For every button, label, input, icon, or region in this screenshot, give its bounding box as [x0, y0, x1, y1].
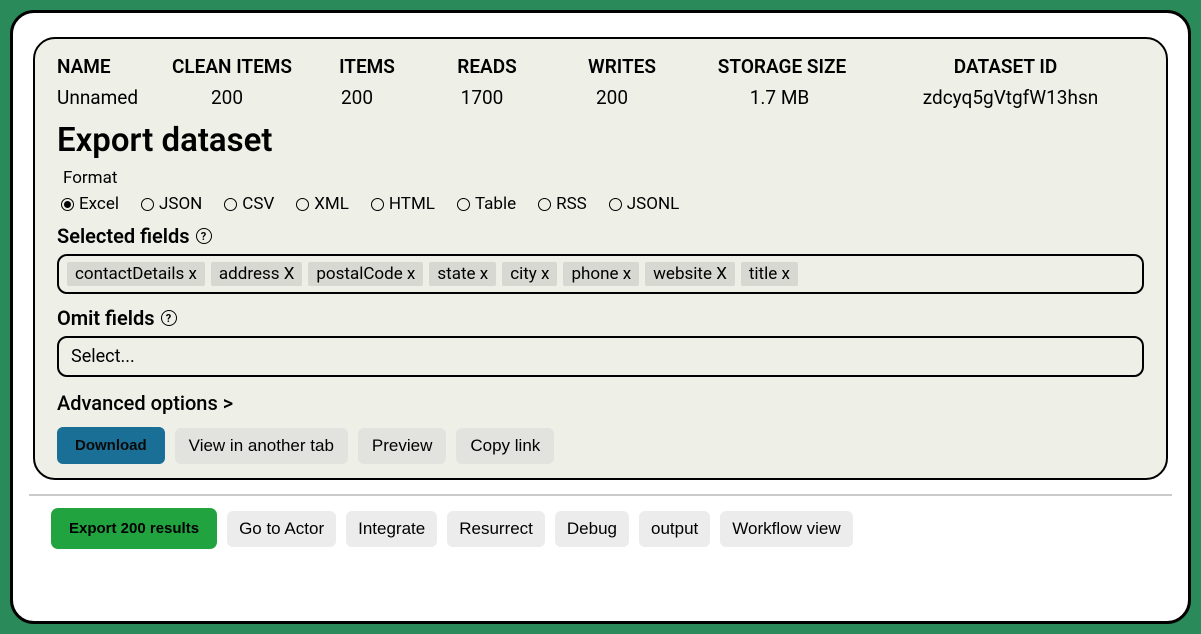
value-dsid: zdcyq5gVtgfW13hsn — [877, 86, 1144, 109]
format-option-json[interactable]: JSON — [141, 194, 202, 214]
output-button[interactable]: output — [639, 511, 710, 547]
format-radio-group: Excel JSON CSV XML HTML Table RSS JSONL — [61, 194, 1144, 214]
radio-icon — [224, 198, 237, 211]
header-items: ITEMS — [307, 55, 427, 78]
value-reads: 1700 — [422, 86, 542, 109]
header-reads: READS — [427, 55, 547, 78]
dialog-card: NAME CLEAN ITEMS ITEMS READS WRITES STOR… — [10, 10, 1191, 624]
header-clean: CLEAN ITEMS — [157, 55, 307, 78]
divider — [29, 494, 1172, 496]
format-option-jsonl[interactable]: JSONL — [609, 194, 679, 214]
header-name: NAME — [57, 55, 157, 78]
value-storage: 1.7 MB — [682, 86, 877, 109]
omit-fields-text: Omit fields — [57, 306, 155, 330]
debug-button[interactable]: Debug — [555, 511, 629, 547]
copy-link-button[interactable]: Copy link — [456, 428, 554, 464]
radio-icon — [371, 198, 384, 211]
field-chip[interactable]: title x — [741, 262, 798, 286]
radio-icon — [609, 198, 622, 211]
export-action-row: Download View in another tab Preview Cop… — [57, 427, 1144, 464]
format-option-label: JSON — [159, 194, 202, 214]
preview-button[interactable]: Preview — [358, 428, 446, 464]
field-chip[interactable]: contactDetails x — [67, 262, 205, 286]
format-option-html[interactable]: HTML — [371, 194, 435, 214]
header-writes: WRITES — [547, 55, 697, 78]
download-button[interactable]: Download — [57, 427, 165, 464]
value-items: 200 — [292, 86, 422, 109]
format-option-csv[interactable]: CSV — [224, 194, 274, 214]
field-chip[interactable]: phone x — [563, 262, 639, 286]
field-chip[interactable]: city x — [502, 262, 557, 286]
format-option-label: RSS — [556, 194, 587, 214]
advanced-options-toggle[interactable]: Advanced options > — [57, 391, 1144, 415]
format-option-label: JSONL — [627, 194, 679, 214]
export-title: Export dataset — [57, 121, 1144, 160]
header-storage: STORAGE SIZE — [697, 55, 867, 78]
format-option-label: XML — [314, 194, 349, 214]
radio-icon — [141, 198, 154, 211]
stats-header-row: NAME CLEAN ITEMS ITEMS READS WRITES STOR… — [57, 55, 1144, 78]
value-name: Unnamed — [57, 86, 162, 109]
selected-fields-text: Selected fields — [57, 224, 190, 248]
radio-icon — [457, 198, 470, 211]
radio-icon — [61, 198, 74, 211]
format-option-label: CSV — [242, 194, 274, 214]
format-label: Format — [63, 168, 1144, 188]
help-icon[interactable]: ? — [196, 228, 212, 244]
format-option-label: Table — [475, 194, 516, 214]
footer-actions: Export 200 results Go to Actor Integrate… — [29, 508, 1172, 549]
format-option-label: HTML — [389, 194, 435, 214]
omit-fields-input[interactable]: Select... — [57, 336, 1144, 377]
value-writes: 200 — [542, 86, 682, 109]
export-results-button[interactable]: Export 200 results — [51, 508, 217, 549]
format-option-label: Excel — [79, 194, 119, 214]
view-tab-button[interactable]: View in another tab — [175, 428, 348, 464]
export-panel: NAME CLEAN ITEMS ITEMS READS WRITES STOR… — [33, 37, 1168, 480]
radio-icon — [538, 198, 551, 211]
format-option-excel[interactable]: Excel — [61, 194, 119, 214]
stats-value-row: Unnamed 200 200 1700 200 1.7 MB zdcyq5gV… — [57, 86, 1144, 109]
header-dsid: DATASET ID — [867, 55, 1144, 78]
go-to-actor-button[interactable]: Go to Actor — [227, 511, 336, 547]
format-option-xml[interactable]: XML — [296, 194, 349, 214]
selected-fields-input[interactable]: contactDetails xaddress XpostalCode xsta… — [57, 254, 1144, 294]
field-chip[interactable]: state x — [429, 262, 496, 286]
omit-fields-label: Omit fields ? — [57, 306, 1144, 330]
selected-fields-label: Selected fields ? — [57, 224, 1144, 248]
field-chip[interactable]: website X — [645, 262, 735, 286]
resurrect-button[interactable]: Resurrect — [447, 511, 545, 547]
field-chip[interactable]: postalCode x — [308, 262, 423, 286]
integrate-button[interactable]: Integrate — [346, 511, 437, 547]
value-clean: 200 — [162, 86, 292, 109]
workflow-view-button[interactable]: Workflow view — [720, 511, 852, 547]
format-option-rss[interactable]: RSS — [538, 194, 587, 214]
radio-icon — [296, 198, 309, 211]
field-chip[interactable]: address X — [211, 262, 302, 286]
format-option-table[interactable]: Table — [457, 194, 516, 214]
help-icon[interactable]: ? — [161, 310, 177, 326]
